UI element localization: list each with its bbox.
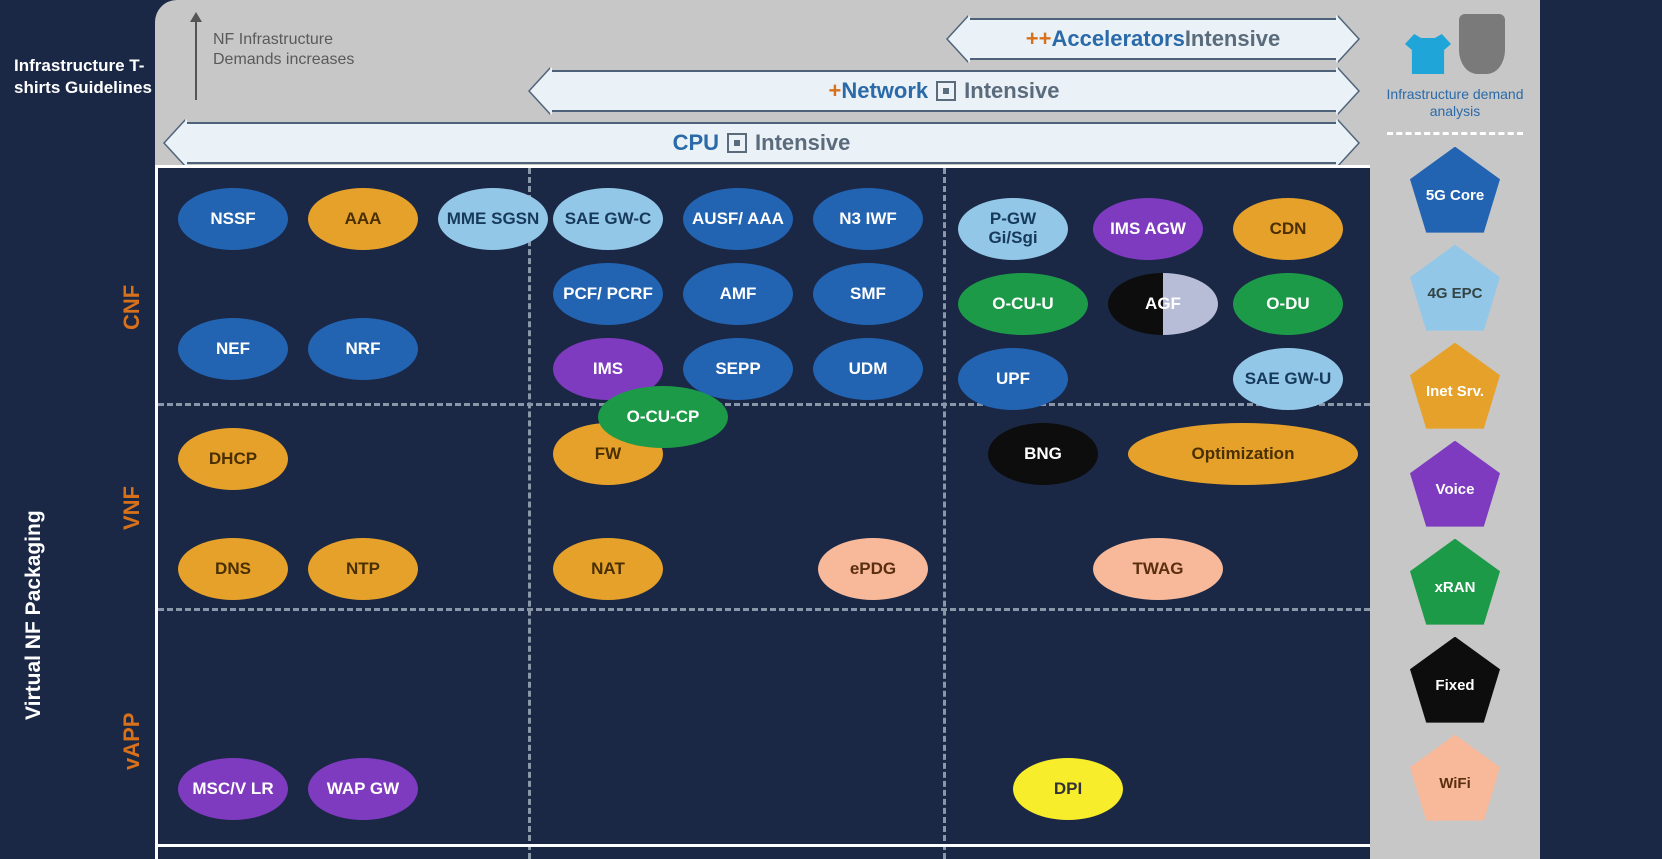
nf-bng: BNG [988,423,1098,485]
vertical-axis-label: Virtual NF Packaging [20,510,47,720]
b1-main: CPU [673,130,719,156]
nf-cdn: CDN [1233,198,1343,260]
b3-prefix: ++ [1026,26,1052,52]
hline-2 [158,608,1370,611]
nf-aaa: AAA [308,188,418,250]
b3-main: Accelerators [1052,26,1185,52]
nf-smf: SMF [813,263,923,325]
vline-2 [943,168,946,859]
nf-upf: UPF [958,348,1068,410]
band-network: + Network Intensive [550,70,1338,112]
nf-dhcp: DHCP [178,428,288,490]
nf-ocu-u: O-CU-U [958,273,1088,335]
nf-nssf: NSSF [178,188,288,250]
thinker-icon [1459,14,1505,74]
baseline [155,844,1370,847]
nf-pcf: PCF/ PCRF [553,263,663,325]
band-cpu: CPU Intensive [185,122,1338,164]
nf-ocu-cp: O-CU-CP [598,386,728,448]
nf-msc: MSC/V LR [178,758,288,820]
nf-wap: WAP GW [308,758,418,820]
legend-4gepc: 4G EPC [1410,245,1500,331]
hnote1: NF Infrastructure [213,31,333,48]
legend-wifi: WiFi [1410,735,1500,821]
left-sidebar: Infrastructure T-shirts Guidelines Virtu… [0,0,155,859]
tshirt-icon [1405,34,1451,74]
nf-nat: NAT [553,538,663,600]
b1-suf: Intensive [755,130,850,156]
nf-n3: N3 IWF [813,188,923,250]
nf-udm: UDM [813,338,923,400]
header-panel: NF Infrastructure Demands increases ++ A… [155,0,1370,165]
chip-icon [936,81,956,101]
legend-divider [1387,132,1523,135]
legend-top-icons [1405,14,1505,74]
legend-voice: Voice [1410,441,1500,527]
main-grid: NSSF AAA MME SGSN SAE GW-C AUSF/ AAA N3 … [155,165,1370,859]
b2-prefix: + [828,78,841,104]
chip-icon-2 [727,133,747,153]
legend-xran: xRAN [1410,539,1500,625]
legend-inet: Inet Srv. [1410,343,1500,429]
nf-dns: DNS [178,538,288,600]
nf-ntp: NTP [308,538,418,600]
legend-5gcore: 5G Core [1410,147,1500,233]
nf-mme: MME SGSN [438,188,548,250]
arrow-up-icon [195,20,197,100]
row-label-vapp: vAPP [118,713,147,770]
b2-main: Network [841,78,928,104]
nf-dpi: DPI [1013,758,1123,820]
b2-suf: Intensive [964,78,1059,104]
nf-sae-u: SAE GW-U [1233,348,1343,410]
nf-agf: AGF [1108,273,1218,335]
row-label-vnf: VNF [118,486,147,530]
nf-pgw: P-GW Gi/Sgi [958,198,1068,260]
legend-panel: Infrastructure demand analysis 5G Core 4… [1370,0,1540,859]
b3-suf: Intensive [1185,26,1280,52]
nf-ausf: AUSF/ AAA [683,188,793,250]
left-title: Infrastructure T-shirts Guidelines [14,55,155,99]
nf-twag: TWAG [1093,538,1223,600]
nf-amf: AMF [683,263,793,325]
hnote2: Demands increases [213,51,354,68]
vline-1 [528,168,531,859]
nf-epdg: ePDG [818,538,928,600]
hline-1 [158,403,1370,406]
nf-imsagw: IMS AGW [1093,198,1203,260]
row-label-cnf: CNF [118,285,147,330]
nf-nef: NEF [178,318,288,380]
legend-fixed: Fixed [1410,637,1500,723]
legend-caption: Infrastructure demand analysis [1370,86,1540,120]
nf-sae-c: SAE GW-C [553,188,663,250]
nf-nrf: NRF [308,318,418,380]
band-accelerators: ++ Accelerators Intensive [968,18,1338,60]
header-note: NF Infrastructure Demands increases [213,30,354,70]
nf-odu: O-DU [1233,273,1343,335]
nf-opt: Optimization [1128,423,1358,485]
